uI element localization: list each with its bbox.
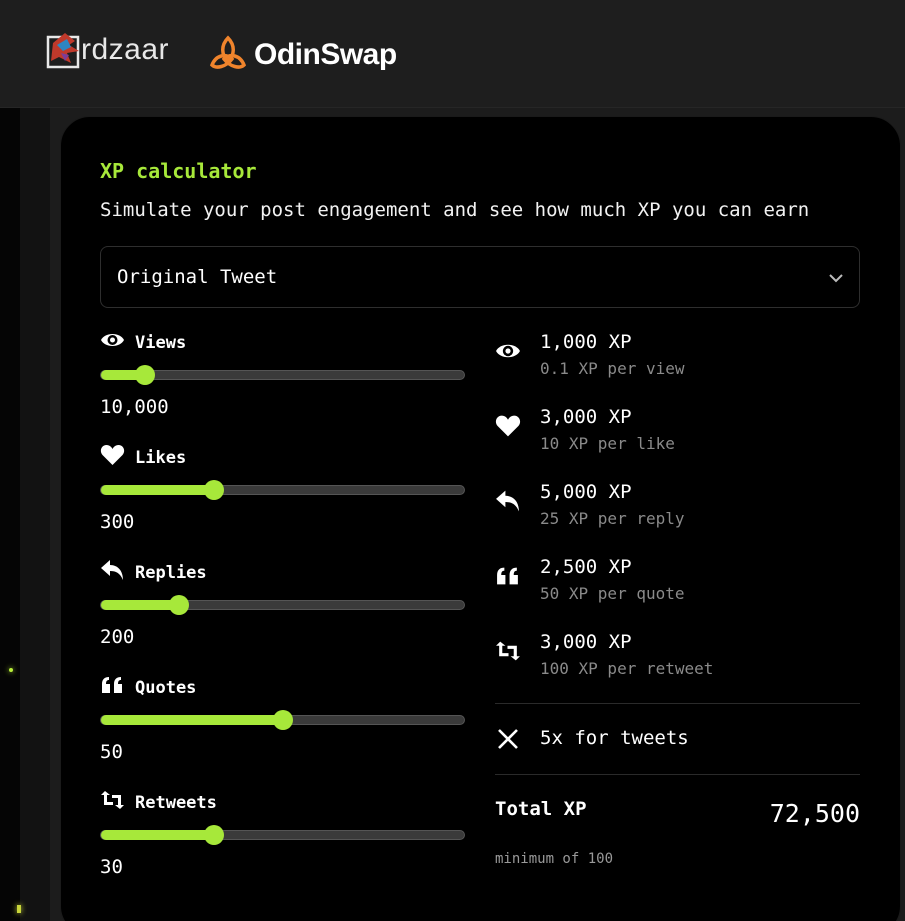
quotes-value: 50 [100, 741, 123, 763]
multiplier-text: 5x for tweets [540, 727, 689, 749]
retweet-icon [495, 639, 521, 665]
likes-value: 300 [100, 511, 135, 533]
xp-amount: 1,000 XP [540, 331, 632, 353]
heart-icon [100, 444, 135, 471]
slider-label-text: Retweets [135, 792, 217, 813]
reply-icon [100, 559, 135, 586]
slider-fill [101, 485, 214, 495]
replies-label: Replies [100, 559, 207, 586]
slider-fill [101, 715, 283, 725]
eye-icon [495, 339, 521, 365]
retweets-label: Retweets [100, 789, 217, 816]
xp-rate: 100 XP per retweet [540, 659, 714, 678]
xp-amount: 5,000 XP [540, 481, 632, 503]
slider-label-text: Replies [135, 562, 207, 583]
birdzaar-logo[interactable]: rdzaar [45, 30, 169, 70]
post-type-selected-value: Original Tweet [117, 266, 278, 288]
slider-thumb[interactable] [203, 480, 224, 500]
sidebar-edge-inner [20, 108, 50, 921]
replies-value: 200 [100, 626, 135, 648]
total-xp-value: 72,500 [769, 799, 860, 828]
views-slider[interactable] [100, 365, 465, 385]
views-label: Views [100, 329, 186, 356]
minimum-note: minimum of 100 [495, 851, 614, 867]
slider-thumb[interactable] [203, 825, 224, 845]
quote-icon [100, 674, 135, 701]
slider-label-text: Quotes [135, 677, 197, 698]
quote-icon [495, 564, 521, 590]
calculator-subtitle: Simulate your post engagement and see ho… [100, 199, 810, 221]
total-xp-label: Total XP [495, 798, 587, 820]
slider-label-text: Likes [135, 447, 187, 468]
top-navbar: rdzaar OdinSwap [0, 0, 905, 108]
xp-rate: 25 XP per reply [540, 509, 685, 528]
chevron-down-icon [827, 269, 845, 287]
odinswap-logo[interactable]: OdinSwap [208, 35, 397, 75]
slider-thumb[interactable] [134, 365, 155, 385]
slider-fill [101, 600, 180, 610]
xp-amount: 3,000 XP [540, 406, 632, 428]
likes-slider[interactable] [100, 480, 465, 500]
divider [495, 774, 860, 775]
xp-amount: 3,000 XP [540, 631, 632, 653]
odinswap-wordmark: OdinSwap [254, 38, 397, 71]
bird-logo-icon [45, 31, 85, 69]
slider-fill [101, 830, 214, 840]
eye-icon [100, 329, 135, 356]
divider [495, 703, 860, 704]
post-type-select[interactable]: Original Tweet [100, 246, 860, 308]
views-value: 10,000 [100, 396, 169, 418]
xp-rate: 0.1 XP per view [540, 359, 685, 378]
quotes-slider[interactable] [100, 710, 465, 730]
glow-dot-bottom [17, 905, 21, 913]
replies-slider[interactable] [100, 595, 465, 615]
reply-icon [495, 489, 521, 515]
xp-rate: 10 XP per like [540, 434, 675, 453]
glow-dot [9, 668, 13, 672]
slider-label-text: Views [135, 332, 187, 353]
retweet-icon [100, 789, 135, 816]
slider-thumb[interactable] [272, 710, 293, 730]
xp-rate: 50 XP per quote [540, 584, 685, 603]
likes-label: Likes [100, 444, 186, 471]
heart-icon [495, 414, 521, 440]
quotes-label: Quotes [100, 674, 196, 701]
birdzaar-wordmark: rdzaar [81, 33, 170, 66]
sidebar-edge [0, 108, 20, 921]
odinswap-triquetra-icon [208, 35, 248, 75]
retweets-slider[interactable] [100, 825, 465, 845]
xp-amount: 2,500 XP [540, 556, 632, 578]
calculator-title: XP calculator [100, 159, 257, 183]
x-logo-icon [497, 728, 519, 754]
retweets-value: 30 [100, 856, 123, 878]
slider-thumb[interactable] [169, 595, 190, 615]
